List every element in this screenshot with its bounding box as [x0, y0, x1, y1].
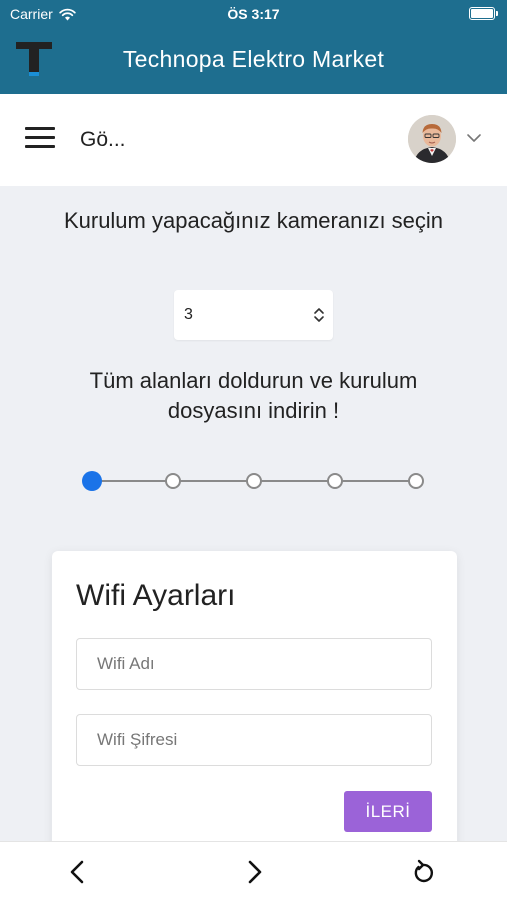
status-time: ÖS 3:17	[227, 6, 280, 22]
hamburger-menu-icon[interactable]	[25, 127, 55, 149]
step-3[interactable]	[246, 473, 262, 489]
page-title: Gö...	[80, 128, 126, 151]
step-5[interactable]	[408, 473, 424, 489]
card-title: Wifi Ayarları	[76, 579, 236, 612]
page-header: Gö...	[0, 94, 507, 186]
reload-icon[interactable]	[409, 858, 437, 886]
wifi-password-input[interactable]	[76, 714, 432, 766]
app-title: Technopa Elektro Market	[122, 46, 385, 72]
step-4[interactable]	[327, 473, 343, 489]
instructions-text: Tüm alanları doldurun ve kurulum dosyası…	[89, 368, 418, 423]
camera-select-value: 3	[184, 306, 193, 323]
camera-select[interactable]: 3	[174, 290, 333, 340]
step-1-active[interactable]	[82, 471, 102, 491]
progress-stepper	[82, 471, 426, 491]
app-header: Carrier ÖS 3:17 Technopa Elektro Market	[0, 0, 507, 94]
battery-level	[471, 9, 493, 18]
up-down-arrows-icon	[314, 308, 324, 322]
wifi-settings-card: Wifi Ayarları İLERİ	[52, 551, 457, 871]
chevron-down-icon[interactable]	[466, 132, 482, 144]
next-button[interactable]: İLERİ	[344, 791, 432, 832]
status-bar: Carrier ÖS 3:17	[0, 0, 507, 28]
battery-icon	[469, 7, 498, 20]
wifi-name-input[interactable]	[76, 638, 432, 690]
chevron-left-icon[interactable]	[64, 858, 92, 886]
user-avatar[interactable]	[408, 115, 456, 163]
chevron-right-icon[interactable]	[240, 858, 268, 886]
step-2[interactable]	[165, 473, 181, 489]
person-icon	[408, 115, 456, 163]
browser-toolbar	[0, 841, 507, 900]
camera-select-prompt: Kurulum yapacağınız kameranızı seçin	[63, 208, 444, 233]
